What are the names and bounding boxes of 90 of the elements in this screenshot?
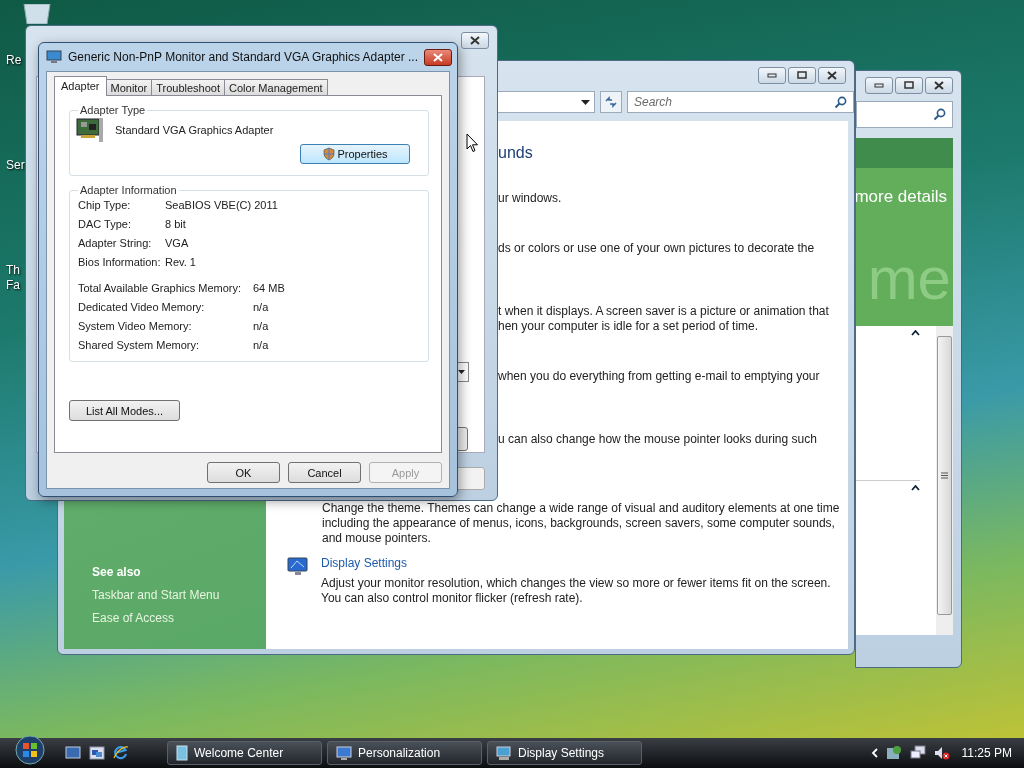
monitor-icon: [496, 745, 512, 761]
minimize-button[interactable]: [758, 66, 786, 84]
info-value: VGA: [165, 237, 190, 250]
shield-icon: [322, 147, 337, 161]
maximize-button[interactable]: [895, 76, 923, 94]
properties-button[interactable]: Properties: [300, 144, 410, 164]
collapse-icon[interactable]: [911, 485, 920, 491]
maximize-button[interactable]: [788, 66, 816, 84]
dialog-title: Generic Non-PnP Monitor and Standard VGA Graphics Adapter ...: [68, 50, 418, 64]
info-value: 8 bit: [165, 218, 187, 231]
info-label: Total Available Graphics Memory:: [78, 282, 243, 295]
task-description: u can also change how the mouse pointer looks during such: [498, 432, 818, 447]
info-value: n/a: [253, 301, 270, 314]
task-description: when you do everything from getting e-mail to emptying your: [498, 369, 821, 384]
adapter-name: Standard VGA Graphics Adapter: [115, 124, 274, 136]
restore-icon: [797, 71, 807, 79]
collapse-icon[interactable]: [911, 330, 920, 336]
tab[interactable]: Monitor: [105, 79, 153, 95]
search-field[interactable]: [856, 101, 953, 129]
desktop-icon[interactable]: [65, 746, 81, 760]
desktop-icon-label[interactable]: Ser: [6, 158, 25, 173]
task-description: ur windows.: [498, 191, 563, 206]
taskbar-button[interactable]: Personalization: [327, 741, 482, 765]
display-settings-link[interactable]: Display Settings: [321, 556, 831, 571]
taskbar-button[interactable]: Display Settings: [487, 741, 642, 765]
dropdown-arrow-icon[interactable]: [581, 99, 590, 105]
monitor-icon: [287, 556, 309, 578]
monitor-icon: [46, 50, 62, 64]
close-icon: [432, 52, 443, 62]
close-icon: [470, 35, 480, 45]
info-value: Rev. 1: [165, 256, 197, 269]
minimize-icon: [874, 82, 884, 88]
desktop-icon-label[interactable]: Re: [6, 53, 22, 68]
graphics-card-icon: [75, 116, 105, 144]
windows-icon[interactable]: [89, 746, 105, 760]
tab[interactable]: Color Management: [224, 79, 328, 95]
mouse-pointer-icon: [466, 133, 479, 153]
dialog-button[interactable]: OK: [207, 462, 280, 483]
info-label: Chip Type:: [78, 199, 132, 212]
dropdown-arrow-icon[interactable]: [458, 370, 465, 374]
tray-app-icon[interactable]: [885, 745, 902, 761]
desktop-icon-label[interactable]: Fa: [6, 278, 20, 293]
see-also-heading: See also: [92, 565, 142, 579]
document-icon: [176, 745, 188, 761]
taskbar-button[interactable]: Welcome Center: [167, 741, 322, 765]
close-button[interactable]: [461, 31, 489, 49]
tab[interactable]: Troubleshoot: [151, 79, 226, 95]
info-value: 64 MB: [253, 282, 286, 295]
refresh-icon: [604, 96, 618, 108]
start-button[interactable]: [13, 735, 47, 765]
info-label: Bios Information:: [78, 256, 162, 269]
search-icon[interactable]: [933, 108, 946, 122]
section-heading: unds: [498, 143, 534, 163]
browser-icon[interactable]: [113, 745, 129, 761]
dialog-button[interactable]: Cancel: [288, 462, 361, 483]
volume-muted-icon[interactable]: [933, 745, 950, 761]
task-description: Change the theme. Themes can change a wide range of visual and auditory elements at one time including the appearance of menus, icons, backgrounds, screen savers, some computer sounds, and mouse pointers.: [322, 501, 841, 546]
tab[interactable]: Adapter: [54, 76, 107, 96]
info-label: System Video Memory:: [78, 320, 193, 333]
minimize-button[interactable]: [865, 76, 893, 94]
task-description: Adjust your monitor resolution, which changes the view so more or fewer items fit on the screen. You can also control monitor flicker (refresh rate).: [321, 576, 831, 606]
group-title: Adapter Type: [79, 104, 147, 116]
close-button[interactable]: [423, 48, 452, 66]
scrollbar-thumb[interactable]: [937, 336, 952, 615]
close-icon: [934, 80, 944, 90]
close-button[interactable]: [818, 66, 846, 84]
info-value: SeaBIOS VBE(C) 2011: [165, 199, 279, 212]
minimize-icon: [767, 72, 777, 78]
clock[interactable]: 11:25 PM: [961, 746, 1012, 760]
scrollbar[interactable]: [936, 326, 953, 635]
info-value: n/a: [253, 320, 270, 333]
info-label: DAC Type:: [78, 218, 132, 231]
desktop-icon-label[interactable]: Th: [6, 263, 20, 278]
close-icon: [827, 70, 837, 80]
group-title: Adapter Information: [79, 184, 178, 196]
task-description: t when it displays. A screen saver is a picture or animation that hen your computer is idle for a set period of time.: [498, 304, 830, 334]
chevron-left-icon[interactable]: [870, 748, 878, 758]
info-value: n/a: [253, 339, 270, 352]
info-label: Dedicated Video Memory:: [78, 301, 206, 314]
search-field[interactable]: Search: [627, 91, 854, 113]
list-all-modes-button[interactable]: List All Modes...: [69, 400, 180, 421]
task-description: ds or colors or use one of your own pictures to decorate the: [498, 241, 816, 256]
restore-icon: [904, 81, 914, 89]
close-button[interactable]: [925, 76, 953, 94]
network-icon[interactable]: [909, 745, 926, 761]
grip-icon: [941, 472, 948, 479]
info-label: Shared System Memory:: [78, 339, 201, 352]
refresh-button[interactable]: [600, 91, 622, 113]
monitor-icon: [336, 745, 352, 761]
info-label: Adapter String:: [78, 237, 153, 250]
